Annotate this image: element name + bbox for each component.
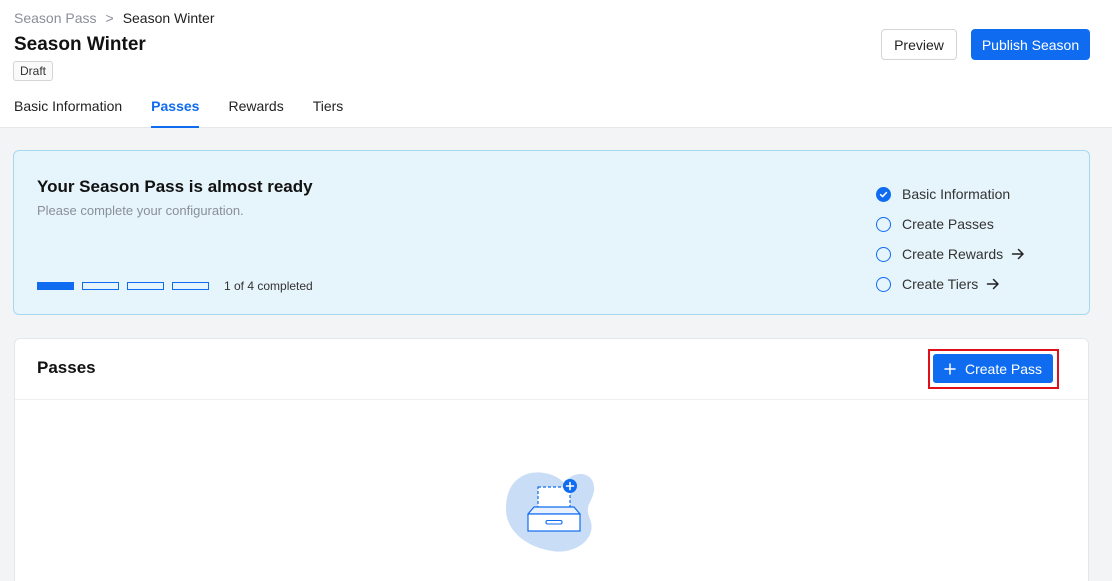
passes-panel: Passes Create Pass	[14, 338, 1089, 581]
create-pass-button[interactable]: Create Pass	[933, 354, 1053, 383]
plus-icon	[944, 362, 956, 375]
circle-icon	[876, 246, 891, 262]
circle-icon	[876, 276, 891, 292]
checklist-item-create-passes: Create Passes	[876, 209, 1025, 239]
breadcrumb: Season Pass > Season Winter	[14, 10, 215, 26]
tab-rewards[interactable]: Rewards	[228, 98, 283, 128]
setup-progress-card: Your Season Pass is almost ready Please …	[13, 150, 1090, 315]
breadcrumb-separator: >	[105, 10, 114, 26]
progress-count: 1 of 4 completed	[224, 279, 313, 293]
circle-icon	[876, 216, 891, 232]
breadcrumb-parent-link[interactable]: Season Pass	[14, 10, 97, 26]
arrow-right-icon[interactable]	[986, 277, 1000, 291]
progress-segment	[172, 282, 209, 290]
tab-bar: Basic Information Passes Rewards Tiers	[14, 98, 372, 128]
check-circle-icon	[876, 186, 891, 202]
progress-segment	[127, 282, 164, 290]
page-title: Season Winter	[14, 34, 146, 55]
tab-basic-information[interactable]: Basic Information	[14, 98, 122, 128]
status-badge: Draft	[13, 61, 54, 81]
create-pass-label: Create Pass	[964, 360, 1043, 377]
arrow-right-icon[interactable]	[1011, 247, 1025, 261]
checklist-item-label: Create Passes	[902, 216, 994, 232]
passes-title: Passes	[37, 358, 96, 377]
publish-season-button[interactable]: Publish Season	[971, 29, 1090, 60]
progress-subtitle: Please complete your configuration.	[37, 203, 244, 218]
tab-tiers[interactable]: Tiers	[313, 98, 344, 128]
tab-passes[interactable]: Passes	[151, 98, 200, 128]
checklist-item-basic-information: Basic Information	[876, 179, 1025, 209]
empty-box-add-icon	[504, 469, 600, 555]
checklist-item-label: Create Tiers	[902, 276, 979, 292]
checklist-item-create-tiers[interactable]: Create Tiers	[876, 269, 1025, 299]
preview-button[interactable]: Preview	[881, 29, 957, 60]
progress-segment	[82, 282, 119, 290]
progress-segment	[37, 282, 74, 290]
progress-indicator: 1 of 4 completed	[37, 279, 313, 293]
checklist-item-create-rewards[interactable]: Create Rewards	[876, 239, 1025, 269]
checklist-item-label: Create Rewards	[902, 246, 1004, 262]
setup-checklist: Basic Information Create Passes Create R…	[876, 179, 1025, 299]
checklist-item-label: Basic Information	[902, 186, 1011, 202]
progress-title: Your Season Pass is almost ready	[37, 177, 313, 196]
breadcrumb-current: Season Winter	[122, 10, 215, 26]
divider	[15, 399, 1088, 400]
page-header: Season Pass > Season Winter Season Winte…	[0, 0, 1112, 128]
